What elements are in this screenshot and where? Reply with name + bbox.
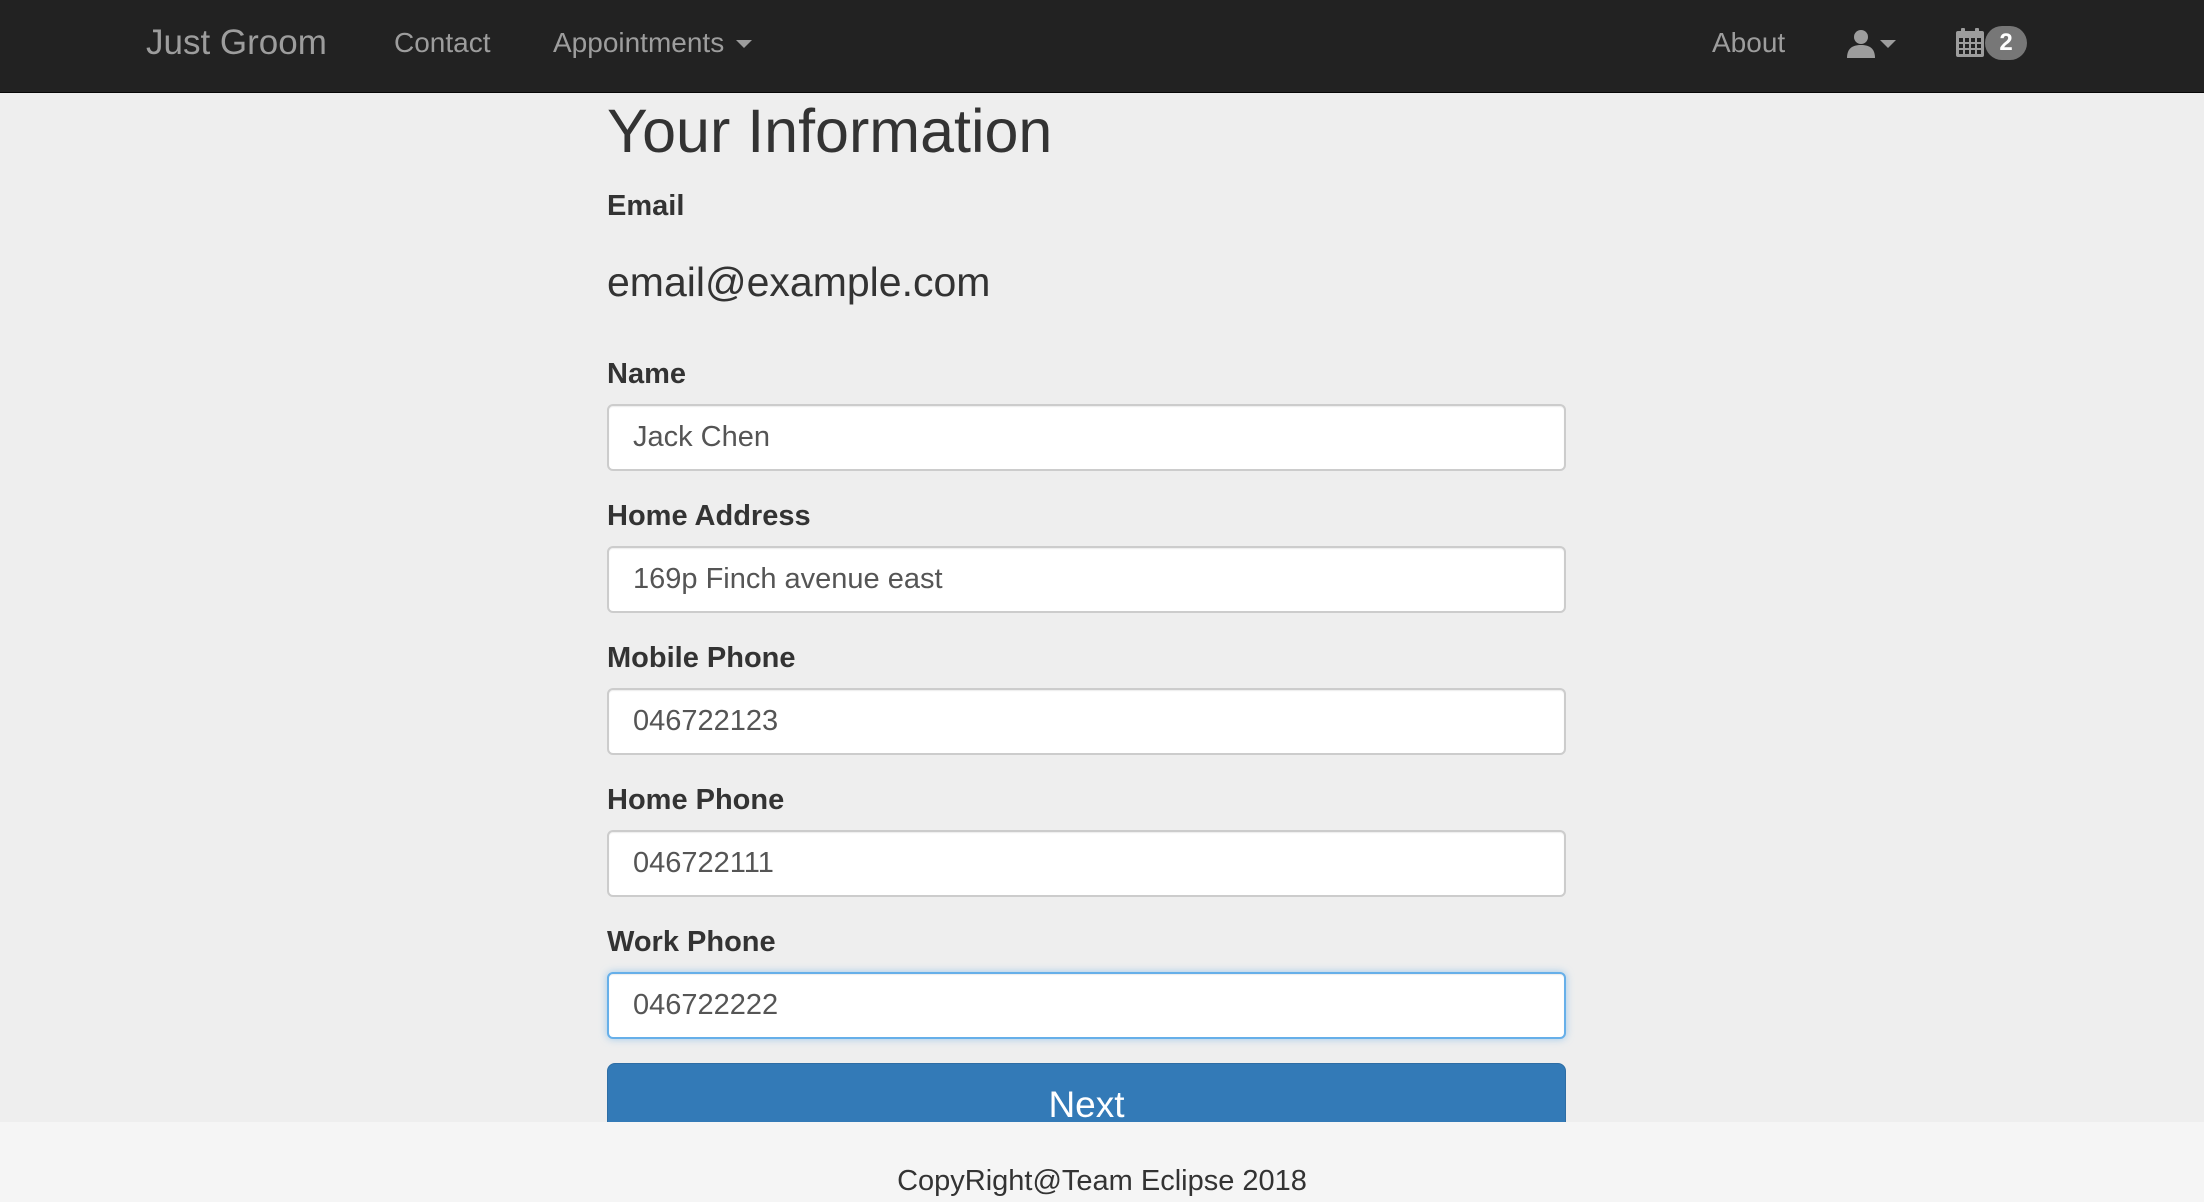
nav-appointments-label: Appointments [553, 26, 725, 58]
page-title: Your Information [607, 97, 1053, 165]
user-menu-dropdown[interactable] [1846, 0, 1896, 85]
work-phone-label: Work Phone [607, 926, 776, 958]
work-phone-input[interactable] [607, 972, 1566, 1039]
calendar-icon [1956, 28, 1984, 57]
page-footer: CopyRight@Team Eclipse 2018 [0, 1122, 2204, 1202]
appointments-count-badge: 2 [1985, 25, 2027, 60]
caret-down-icon [1880, 40, 1896, 48]
name-input[interactable] [607, 404, 1566, 471]
home-phone-label: Home Phone [607, 784, 785, 816]
nav-about-link[interactable]: About [1712, 0, 1785, 85]
top-navbar: Just Groom Contact Appointments About 2 [0, 0, 2204, 93]
email-value: email@example.com [607, 259, 991, 305]
mobile-phone-label: Mobile Phone [607, 642, 796, 674]
caret-down-icon [736, 40, 753, 48]
email-label: Email [607, 190, 685, 222]
name-label: Name [607, 358, 686, 390]
user-icon [1847, 29, 1875, 58]
nav-contact-link[interactable]: Contact [394, 0, 491, 85]
copyright-text: CopyRight@Team Eclipse 2018 [897, 1165, 1307, 1197]
home-address-label: Home Address [607, 500, 811, 532]
nav-appointments-dropdown[interactable]: Appointments [553, 0, 753, 85]
calendar-appointments-link[interactable]: 2 [1956, 0, 2027, 85]
mobile-phone-input[interactable] [607, 688, 1566, 755]
brand-link[interactable]: Just Groom [146, 0, 327, 85]
home-address-input[interactable] [607, 546, 1566, 613]
home-phone-input[interactable] [607, 830, 1566, 897]
